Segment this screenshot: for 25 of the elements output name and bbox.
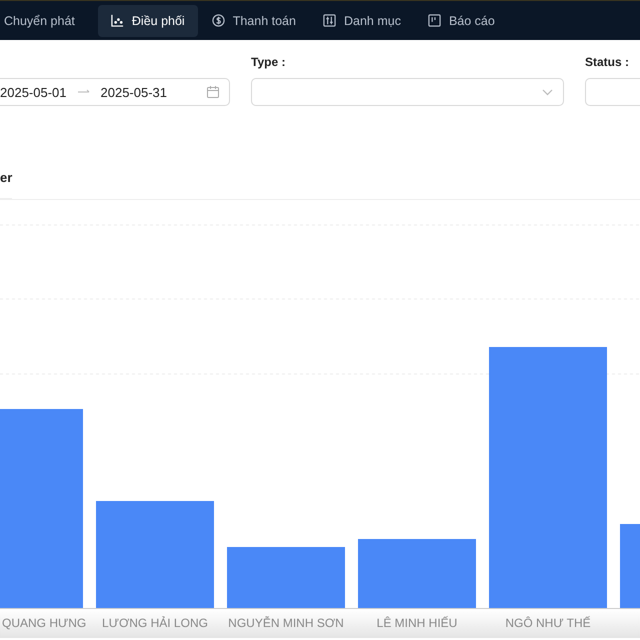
date-range-field[interactable]: 2025-05-01 2025-05-31: [0, 78, 230, 106]
axis-label: LƯƠNG HẢI LONG: [102, 616, 208, 630]
sliders-icon: [322, 14, 336, 27]
chart-icon: [110, 14, 124, 27]
axis-label: QUANG HƯNG: [2, 616, 86, 630]
type-select[interactable]: [251, 78, 564, 106]
arrow-right-icon: [78, 89, 90, 95]
nav-tab[interactable]: Báo cáo: [424, 4, 508, 36]
nav-tab[interactable]: Danh mục: [318, 4, 414, 36]
date-to: 2025-05-31: [100, 84, 167, 100]
type-label: Type :: [251, 55, 286, 69]
axis-label: LÊ MINH HIẾU: [376, 616, 458, 630]
axis-label: NGÔ NHƯ THẾ: [505, 616, 591, 630]
status-select[interactable]: [585, 78, 640, 106]
nav-tab[interactable]: Chuyển phát: [0, 4, 88, 36]
card-title: er: [0, 112, 12, 199]
dollar-circle-icon: [212, 14, 225, 27]
calendar-icon: [207, 86, 219, 98]
axis-label: NGUYỄN MINH SƠN: [228, 616, 344, 630]
nav-tab[interactable]: Điều phối: [98, 4, 198, 36]
chevron-down-icon: [542, 88, 553, 96]
date-from: 2025-05-01: [0, 84, 66, 100]
board-icon: [428, 14, 441, 27]
nav-tab[interactable]: Thanh toán: [208, 4, 309, 36]
status-label: Status :: [585, 55, 630, 69]
